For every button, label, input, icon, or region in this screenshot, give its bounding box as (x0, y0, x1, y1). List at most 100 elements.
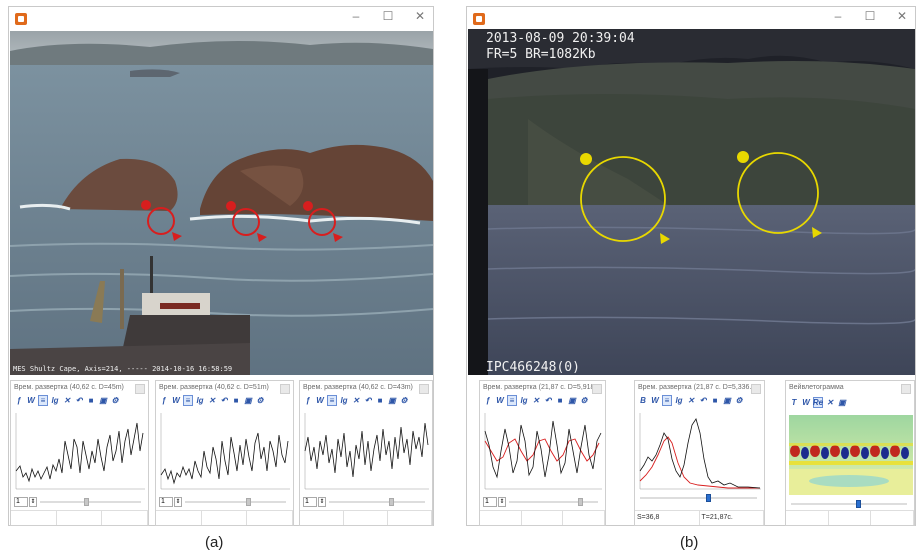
signal-panel-b1: Врем. развертка (21,87 с. D=5,918... ƒ W… (479, 380, 606, 526)
waveform-plot (303, 411, 431, 491)
wave-w-icon[interactable]: W (495, 395, 505, 406)
time-slider-row: 1 ⇕ (14, 497, 145, 507)
filter-icon[interactable]: ≡ (662, 395, 672, 406)
bold-b-icon[interactable]: B (638, 395, 648, 406)
undo-icon[interactable]: ↶ (698, 395, 708, 406)
close-button[interactable]: ✕ (413, 9, 427, 23)
time-slider-row: 1 ⇕ (483, 497, 602, 507)
save-icon[interactable]: ▣ (98, 395, 108, 406)
slider-track[interactable] (329, 498, 425, 506)
close-button[interactable]: ✕ (895, 9, 909, 23)
undo-icon[interactable]: ↶ (219, 395, 229, 406)
filter-icon[interactable]: ≡ (327, 395, 337, 406)
panel-close-button[interactable] (419, 384, 429, 394)
tools-icon[interactable]: ✕ (531, 395, 541, 406)
settings-icon[interactable]: ⚙ (734, 395, 744, 406)
filter-icon[interactable]: ≡ (38, 395, 48, 406)
settings-icon[interactable]: ⚙ (255, 395, 265, 406)
slider-thumb[interactable] (84, 498, 90, 506)
panel-title: Врем. развертка (40,62 с. D=51m) (159, 384, 269, 391)
panel-close-button[interactable] (135, 384, 145, 394)
wave-w-icon[interactable]: W (801, 397, 811, 408)
slider-track[interactable] (509, 498, 598, 506)
slider-track[interactable] (40, 498, 141, 506)
slider-thumb[interactable] (578, 498, 584, 506)
stop-icon[interactable]: ■ (86, 395, 96, 406)
undo-icon[interactable]: ↶ (543, 395, 553, 406)
maximize-button[interactable]: ☐ (381, 9, 395, 23)
real-part-icon[interactable]: Re (813, 397, 823, 408)
panel-toolbar: ƒ W ≡ lg ✕ ↶ ■ ▣ ⚙ (303, 395, 409, 406)
panel-status-bar (480, 510, 605, 525)
wavelet-panel: Вейвлетограмма T W Re ✕ ▣ (785, 380, 915, 526)
slider-track[interactable] (791, 500, 907, 508)
slider-thumb[interactable] (388, 498, 394, 506)
undo-icon[interactable]: ↶ (74, 395, 84, 406)
wave-w-icon[interactable]: W (26, 395, 36, 406)
minimize-button[interactable]: – (831, 9, 845, 23)
signal-f-icon[interactable]: ƒ (483, 395, 493, 406)
log-icon[interactable]: lg (674, 395, 684, 406)
spin-arrows-icon[interactable]: ⇕ (29, 497, 37, 507)
log-icon[interactable]: lg (195, 395, 205, 406)
tools-icon[interactable]: ✕ (686, 395, 696, 406)
tools-icon[interactable]: ✕ (351, 395, 361, 406)
settings-icon[interactable]: ⚙ (579, 395, 589, 406)
slider-thumb[interactable] (855, 500, 861, 508)
tools-icon[interactable]: ✕ (825, 397, 835, 408)
camera-view-right[interactable]: 2013-08-09 20:39:04 FR=5 BR=1082Kb IPC46… (468, 29, 915, 375)
panel-status-bar (300, 510, 432, 525)
stop-icon[interactable]: ■ (555, 395, 565, 406)
slider-track[interactable] (640, 494, 757, 502)
stop-icon[interactable]: ■ (710, 395, 720, 406)
tools-icon[interactable]: ✕ (62, 395, 72, 406)
waveform-plot (483, 411, 604, 491)
spin-arrows-icon[interactable]: ⇕ (174, 497, 182, 507)
save-icon[interactable]: ▣ (567, 395, 577, 406)
camera-timestamp-overlay: 2013-08-09 20:39:04 (486, 31, 635, 46)
panel-close-button[interactable] (901, 384, 911, 394)
log-icon[interactable]: lg (50, 395, 60, 406)
text-t-icon[interactable]: T (789, 397, 799, 408)
save-icon[interactable]: ▣ (837, 397, 847, 408)
maximize-button[interactable]: ☐ (863, 9, 877, 23)
page-spinbox[interactable]: 1 (483, 497, 497, 507)
panel-close-button[interactable] (592, 384, 602, 394)
panel-close-button[interactable] (751, 384, 761, 394)
settings-icon[interactable]: ⚙ (399, 395, 409, 406)
save-icon[interactable]: ▣ (387, 395, 397, 406)
wavelet-heatmap (789, 415, 913, 495)
page-spinbox[interactable]: 1 (159, 497, 173, 507)
time-slider-row: 1 ⇕ (159, 497, 290, 507)
save-icon[interactable]: ▣ (243, 395, 253, 406)
signal-f-icon[interactable]: ƒ (14, 395, 24, 406)
slider-thumb[interactable] (245, 498, 251, 506)
signal-f-icon[interactable]: ƒ (303, 395, 313, 406)
slider-thumb[interactable] (705, 494, 711, 502)
page-spinbox[interactable]: 1 (303, 497, 317, 507)
settings-icon[interactable]: ⚙ (110, 395, 120, 406)
log-icon[interactable]: lg (519, 395, 529, 406)
stop-icon[interactable]: ■ (231, 395, 241, 406)
minimize-button[interactable]: – (349, 9, 363, 23)
slider-track[interactable] (185, 498, 286, 506)
undo-icon[interactable]: ↶ (363, 395, 373, 406)
camera-view-left[interactable]: MES Shultz Cape, Axis=214, ----- 2014-10… (10, 31, 433, 375)
wave-w-icon[interactable]: W (315, 395, 325, 406)
wave-w-icon[interactable]: W (171, 395, 181, 406)
filter-icon[interactable]: ≡ (507, 395, 517, 406)
page-spinbox[interactable]: 1 (14, 497, 28, 507)
stop-icon[interactable]: ■ (375, 395, 385, 406)
camera-bitrate-overlay: FR=5 BR=1082Kb (486, 47, 596, 62)
tools-icon[interactable]: ✕ (207, 395, 217, 406)
signal-f-icon[interactable]: ƒ (159, 395, 169, 406)
save-icon[interactable]: ▣ (722, 395, 732, 406)
spin-arrows-icon[interactable]: ⇕ (318, 497, 326, 507)
wave-w-icon[interactable]: W (650, 395, 660, 406)
spin-arrows-icon[interactable]: ⇕ (498, 497, 506, 507)
log-icon[interactable]: lg (339, 395, 349, 406)
panel-toolbar: ƒ W ≡ lg ✕ ↶ ■ ▣ ⚙ (483, 395, 589, 406)
panel-toolbar: ƒ W ≡ lg ✕ ↶ ■ ▣ ⚙ (159, 395, 265, 406)
filter-icon[interactable]: ≡ (183, 395, 193, 406)
panel-close-button[interactable] (280, 384, 290, 394)
